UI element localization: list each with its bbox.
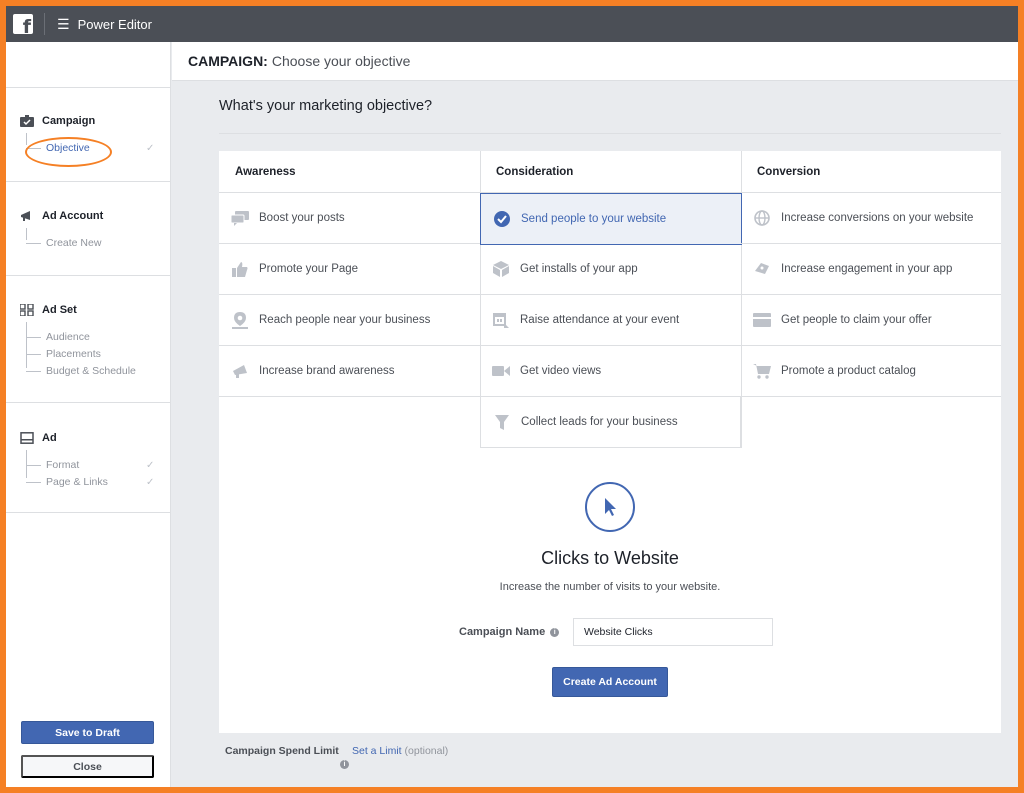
objective-label: Send people to your website <box>521 213 667 225</box>
sidebar-item-format[interactable]: Format <box>26 459 79 471</box>
campaign-spend-limit-label: Campaign Spend Limit <box>225 745 339 757</box>
sidebar-item-audience[interactable]: Audience <box>26 331 90 343</box>
objective-label: Get installs of your app <box>520 263 638 275</box>
page-header: CAMPAIGN: Choose your objective <box>172 42 1018 81</box>
objective-reach-nearby[interactable]: Reach people near your business <box>219 295 480 346</box>
objective-label: Reach people near your business <box>259 314 431 326</box>
column-header-conversion: Conversion <box>741 151 1001 193</box>
save-to-draft-button[interactable]: Save to Draft <box>21 721 154 744</box>
objective-claim-offer[interactable]: Get people to claim your offer <box>741 295 1001 346</box>
set-limit-link[interactable]: Set a Limit (optional) <box>352 745 448 757</box>
speech-bubbles-icon <box>231 210 249 226</box>
sidebar-section-ad-set: Ad Set Audience Placements Budget & Sche… <box>6 275 171 403</box>
briefcase-check-icon <box>20 115 34 127</box>
campaign-prefix: CAMPAIGN: <box>188 53 268 69</box>
objective-boost-posts[interactable]: Boost your posts <box>219 193 480 244</box>
objective-app-engagement[interactable]: Increase engagement in your app <box>741 244 1001 295</box>
optional-hint: (optional) <box>404 745 449 757</box>
sidebar-item-create-new[interactable]: Create New <box>26 237 101 249</box>
megaphone-icon <box>20 210 34 222</box>
sidebar-item-page-links[interactable]: Page & Links <box>26 476 108 488</box>
divider <box>219 133 1001 134</box>
sidebar-heading-label: Ad <box>42 432 57 444</box>
objective-brand-awareness[interactable]: Increase brand awareness <box>219 346 480 397</box>
objective-app-installs[interactable]: Get installs of your app <box>480 244 741 295</box>
column-header-awareness: Awareness <box>219 151 480 193</box>
sidebar-heading-campaign[interactable]: Campaign <box>20 115 95 127</box>
sidebar-heading-label: Ad Set <box>42 304 77 316</box>
map-pin-icon <box>231 311 249 329</box>
objective-website-conversions[interactable]: Increase conversions on your website <box>741 193 1001 244</box>
sidebar-section-campaign: Campaign Objective ✓ <box>6 87 171 182</box>
tree-line <box>26 322 27 368</box>
sidebar-section-ad: Ad Format ✓ Page & Links ✓ <box>6 402 171 513</box>
hamburger-menu-icon[interactable]: ☰ <box>57 16 70 33</box>
set-limit-text[interactable]: Set a Limit <box>352 745 402 757</box>
offer-tag-icon <box>753 312 771 328</box>
create-ad-account-button[interactable]: Create Ad Account <box>552 667 668 697</box>
objective-send-to-website[interactable]: Send people to your website <box>480 193 742 245</box>
check-icon: ✓ <box>146 477 155 488</box>
page-title: Choose your objective <box>271 53 411 69</box>
megaphone-icon <box>231 363 249 379</box>
objective-title: Clicks to Website <box>541 548 679 568</box>
objective-product-catalog[interactable]: Promote a product catalog <box>741 346 1001 397</box>
calendar-icon <box>492 312 510 328</box>
sidebar-item-budget-schedule[interactable]: Budget & Schedule <box>26 365 136 377</box>
facebook-logo-icon[interactable]: f <box>13 14 33 34</box>
objective-video-views[interactable]: Get video views <box>480 346 741 397</box>
app-title[interactable]: Power Editor <box>78 17 152 32</box>
sidebar-heading-label: Ad Account <box>42 210 104 222</box>
objective-label: Get people to claim your offer <box>781 314 932 326</box>
objective-label: Get video views <box>520 365 602 377</box>
thumbs-up-icon <box>231 261 249 277</box>
info-icon[interactable]: i <box>340 760 349 769</box>
check-icon: ✓ <box>146 143 155 154</box>
objective-question: What's your marketing objective? <box>219 98 433 114</box>
game-controller-icon <box>753 261 771 277</box>
objective-label: Increase conversions on your website <box>781 211 974 224</box>
objective-label: Raise attendance at your event <box>520 314 680 326</box>
sidebar-item-placements[interactable]: Placements <box>26 348 101 360</box>
sidebar: Campaign Objective ✓ Ad Account Create N… <box>6 42 171 787</box>
objective-label: Increase engagement in your app <box>781 263 953 275</box>
objective-label: Increase brand awareness <box>259 365 395 377</box>
sidebar-heading-ad[interactable]: Ad <box>20 432 57 444</box>
shopping-cart-icon <box>753 363 771 379</box>
close-button[interactable]: Close <box>21 755 154 778</box>
topbar-divider <box>44 13 45 35</box>
objective-label: Promote your Page <box>259 263 359 275</box>
globe-icon <box>753 210 771 226</box>
objective-label: Promote a product catalog <box>781 365 916 377</box>
top-bar: f ☰ Power Editor <box>6 6 1018 42</box>
box-icon <box>492 261 510 277</box>
objective-label: Collect leads for your business <box>521 416 678 428</box>
info-icon[interactable]: i <box>550 627 560 637</box>
sidebar-heading-ad-account[interactable]: Ad Account <box>20 210 103 222</box>
sidebar-heading-ad-set[interactable]: Ad Set <box>19 303 77 317</box>
check-circle-icon <box>493 211 511 227</box>
orange-highlight-circle <box>25 137 112 167</box>
objective-lead-generation[interactable]: Collect leads for your business <box>480 397 741 448</box>
campaign-name-label-text: Campaign Name <box>459 626 546 638</box>
objective-label: Boost your posts <box>259 212 345 224</box>
objective-event-attendance[interactable]: Raise attendance at your event <box>480 295 741 346</box>
sidebar-section-ad-account: Ad Account Create New <box>6 181 171 276</box>
funnel-icon <box>493 414 511 430</box>
power-editor-window: f ☰ Power Editor Campaign Objective ✓ Ad… <box>6 6 1018 787</box>
sidebar-heading-label: Campaign <box>42 115 96 127</box>
objective-description: Increase the number of visits to your we… <box>499 581 721 593</box>
campaign-name-input[interactable] <box>573 618 773 646</box>
video-camera-icon <box>492 363 510 379</box>
objective-promote-page[interactable]: Promote your Page <box>219 244 480 295</box>
ad-preview-icon <box>20 432 34 444</box>
campaign-name-label: Campaign Name i <box>459 626 560 638</box>
objective-panel: Awareness Consideration Conversion Boost… <box>219 151 1001 733</box>
column-header-consideration: Consideration <box>480 151 741 193</box>
check-icon: ✓ <box>146 460 155 471</box>
grid-icon <box>19 303 34 317</box>
cursor-icon <box>585 482 635 532</box>
